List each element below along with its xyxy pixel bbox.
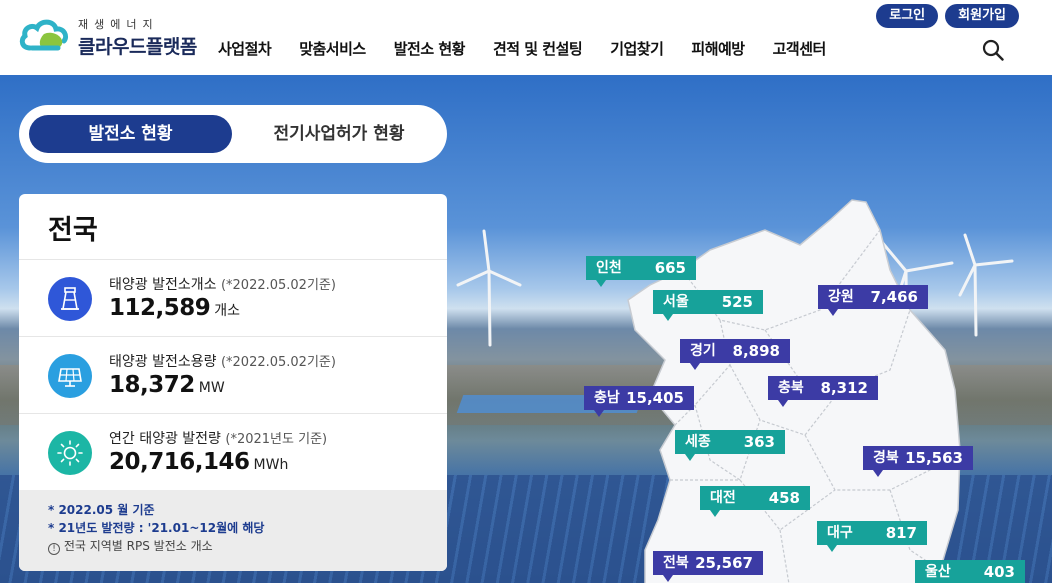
region-label-gyeonggi[interactable]: 경기 8,898 bbox=[680, 339, 790, 370]
nav-item-plant-status[interactable]: 발전소 현황 bbox=[394, 38, 466, 59]
national-stats-card: 전국 태양광 발전소개소 (*2022.05.02기준) 112,589개소 bbox=[19, 194, 447, 571]
search-icon[interactable] bbox=[982, 39, 1004, 61]
region-name: 대구 bbox=[827, 525, 853, 541]
stat-plant-count: 태양광 발전소개소 (*2022.05.02기준) 112,589 개소 bbox=[19, 259, 447, 336]
stat-value: 18,372 MW bbox=[109, 372, 225, 398]
region-value: 25,567 bbox=[695, 554, 753, 572]
region-name: 충북 bbox=[778, 380, 804, 396]
footnote-generation-period: * 21년도 발전량 : '21.01~12월에 해당 bbox=[48, 521, 265, 535]
region-label-seoul[interactable]: 서울 525 bbox=[653, 290, 763, 321]
region-value: 458 bbox=[768, 489, 800, 507]
region-name: 세종 bbox=[685, 434, 711, 450]
info-text: 전국 지역별 RPS 발전소 개소 bbox=[63, 539, 213, 553]
region-value: 525 bbox=[721, 293, 753, 311]
stat-label: 태양광 발전소용량 (*2022.05.02기준) bbox=[109, 351, 336, 371]
region-value: 8,312 bbox=[820, 379, 868, 397]
stat-annual-generation: 연간 태양광 발전량 (*2021년도 기준) 20,716,146 MWh bbox=[19, 413, 447, 490]
region-label-daejeon[interactable]: 대전 458 bbox=[700, 486, 810, 517]
solar-panel-icon bbox=[48, 354, 92, 398]
stat-label: 태양광 발전소개소 (*2022.05.02기준) bbox=[109, 274, 336, 294]
region-name: 전북 bbox=[663, 555, 689, 571]
cloud-logo-icon bbox=[19, 19, 69, 51]
nav-item-damage-prevention[interactable]: 피해예방 bbox=[691, 38, 745, 59]
tab-plant-status[interactable]: 발전소 현황 bbox=[29, 115, 232, 153]
status-tabs: 발전소 현황 전기사업허가 현황 bbox=[19, 105, 447, 163]
region-value: 7,466 bbox=[870, 288, 918, 306]
region-label-ulsan[interactable]: 울산 403 bbox=[915, 560, 1025, 583]
stat-unit: 개소 bbox=[214, 303, 241, 319]
region-label-chungbuk[interactable]: 충북 8,312 bbox=[768, 376, 878, 407]
logo-subtitle: 재생에너지 bbox=[78, 18, 159, 31]
region-name: 충남 bbox=[594, 390, 620, 406]
footnote-basis: * 2022.05 월 기준 bbox=[48, 503, 155, 517]
region-name: 인천 bbox=[596, 260, 622, 276]
region-value: 363 bbox=[743, 433, 775, 451]
stat-unit: MW bbox=[198, 380, 225, 396]
nav-item-procedure[interactable]: 사업절차 bbox=[218, 38, 272, 59]
site-header: 재생에너지 클라우드플랫폼 사업절차 맞춤서비스 발전소 현황 견적 및 컨설팅… bbox=[0, 0, 1052, 75]
card-footnotes: * 2022.05 월 기준 * 21년도 발전량 : '21.01~12월에 … bbox=[19, 490, 447, 571]
region-name: 울산 bbox=[925, 564, 951, 580]
region-name: 서울 bbox=[663, 294, 689, 310]
card-title: 전국 bbox=[48, 215, 98, 246]
stat-plant-capacity: 태양광 발전소용량 (*2022.05.02기준) 18,372 MW bbox=[19, 336, 447, 413]
nav-item-estimate[interactable]: 견적 및 컨설팅 bbox=[493, 38, 583, 59]
region-label-gangwon[interactable]: 강원 7,466 bbox=[818, 285, 928, 316]
info-icon: ! bbox=[48, 543, 60, 555]
stat-date: (*2022.05.02기준) bbox=[220, 278, 336, 293]
site-logo[interactable]: 재생에너지 클라우드플랫폼 bbox=[18, 12, 208, 62]
main-nav: 사업절차 맞춤서비스 발전소 현황 견적 및 컨설팅 기업찾기 피해예방 고객센… bbox=[218, 38, 826, 59]
logo-title: 클라우드플랫폼 bbox=[78, 36, 197, 58]
stat-value: 20,716,146 MWh bbox=[109, 449, 288, 475]
stat-label-text: 태양광 발전소용량 bbox=[109, 354, 217, 370]
region-label-daegu[interactable]: 대구 817 bbox=[817, 521, 927, 552]
account-buttons: 로그인 회원가입 bbox=[869, 4, 1019, 28]
nav-item-customer-center[interactable]: 고객센터 bbox=[773, 38, 827, 59]
region-value: 15,405 bbox=[626, 389, 684, 407]
region-name: 강원 bbox=[828, 289, 854, 305]
region-name: 경북 bbox=[873, 450, 899, 466]
nav-item-find-company[interactable]: 기업찾기 bbox=[610, 38, 664, 59]
stat-number: 20,716,146 bbox=[109, 449, 250, 475]
signup-button[interactable]: 회원가입 bbox=[945, 4, 1019, 28]
sun-icon bbox=[48, 431, 92, 475]
stat-label: 연간 태양광 발전량 (*2021년도 기준) bbox=[109, 428, 327, 448]
stat-unit: MWh bbox=[253, 457, 289, 473]
login-button[interactable]: 로그인 bbox=[876, 4, 939, 28]
stat-label-text: 연간 태양광 발전량 bbox=[109, 431, 221, 447]
nav-item-custom-service[interactable]: 맞춤서비스 bbox=[299, 38, 366, 59]
region-name: 대전 bbox=[710, 490, 736, 506]
region-value: 15,563 bbox=[905, 449, 963, 467]
region-value: 403 bbox=[983, 563, 1015, 581]
region-value: 665 bbox=[654, 259, 686, 277]
region-label-jeonbuk[interactable]: 전북 25,567 bbox=[653, 551, 763, 582]
region-label-incheon[interactable]: 인천 665 bbox=[586, 256, 696, 287]
stat-number: 18,372 bbox=[109, 372, 195, 398]
region-value: 8,898 bbox=[732, 342, 780, 360]
stat-label-text: 태양광 발전소개소 bbox=[109, 277, 217, 293]
region-name: 경기 bbox=[690, 343, 716, 359]
region-label-sejong[interactable]: 세종 363 bbox=[675, 430, 785, 461]
stat-date: (*2022.05.02기준) bbox=[220, 355, 336, 370]
tab-business-permit[interactable]: 전기사업허가 현황 bbox=[249, 115, 429, 153]
region-label-gyeongbuk[interactable]: 경북 15,563 bbox=[863, 446, 973, 477]
region-label-chungnam[interactable]: 충남 15,405 bbox=[584, 386, 694, 417]
solar-plant-icon bbox=[48, 277, 92, 321]
stat-value: 112,589 개소 bbox=[109, 295, 240, 321]
stat-date: (*2021년도 기준) bbox=[225, 432, 328, 447]
stat-number: 112,589 bbox=[109, 295, 211, 321]
region-value: 817 bbox=[885, 524, 917, 542]
footnote-info: ! 전국 지역별 RPS 발전소 개소 bbox=[48, 537, 447, 555]
